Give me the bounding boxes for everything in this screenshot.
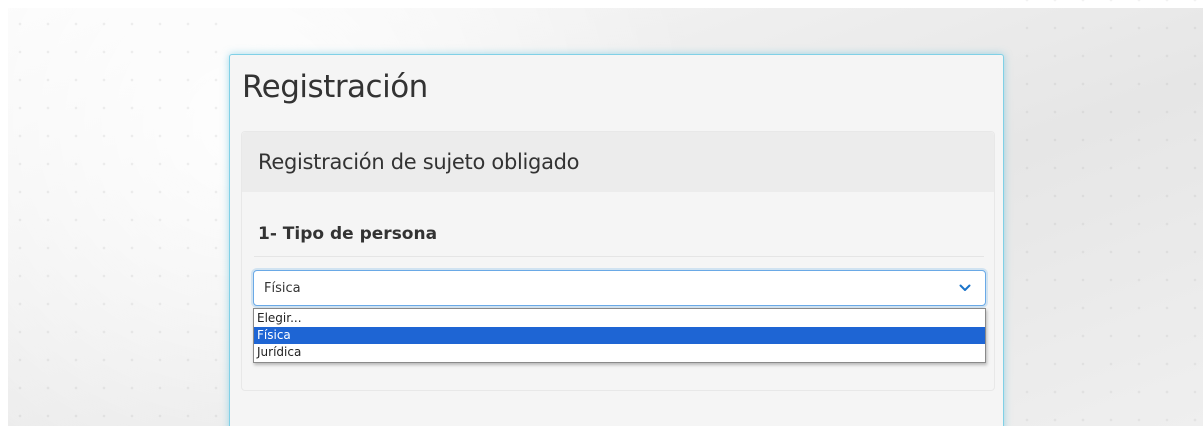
chevron-down-icon	[959, 284, 971, 291]
panel-heading-title: Registración de sujeto obligado	[258, 150, 580, 174]
section-divider	[254, 256, 984, 257]
option-fisica[interactable]: Física	[254, 327, 985, 344]
option-elegir[interactable]: Elegir...	[254, 310, 985, 327]
select-current-value: Física	[264, 280, 301, 296]
background-pattern-left	[0, 0, 230, 426]
panel-heading: Registración de sujeto obligado	[242, 132, 994, 192]
background-pattern-right	[1003, 0, 1203, 426]
tipo-persona-select[interactable]: Física	[253, 270, 986, 306]
registration-panel: Registración de sujeto obligado 1- Tipo …	[241, 131, 995, 391]
option-juridica[interactable]: Jurídica	[254, 344, 985, 361]
page-title: Registración	[242, 69, 428, 105]
registration-card: Registración Registración de sujeto obli…	[229, 54, 1004, 426]
tipo-persona-dropdown-list: Elegir... Física Jurídica	[253, 308, 986, 363]
section-title-tipo-persona: 1- Tipo de persona	[258, 224, 438, 244]
